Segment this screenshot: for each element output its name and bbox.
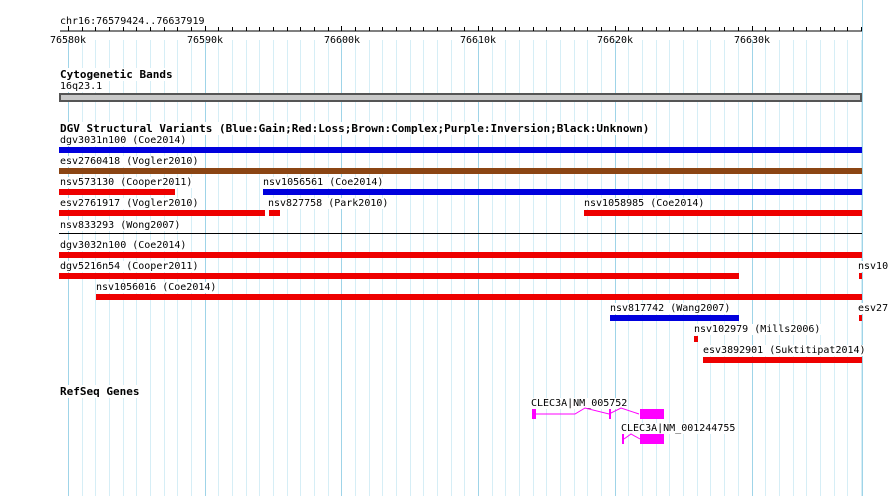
variant-bar-gain[interactable]	[59, 147, 862, 153]
variant-bar-loss[interactable]	[59, 210, 265, 216]
variant-label: dgv5216n54 (Cooper2011)	[60, 261, 200, 272]
cytoband-bar[interactable]	[59, 93, 862, 102]
variant-bar-loss[interactable]	[703, 357, 862, 363]
variant-bar-loss[interactable]	[859, 315, 862, 321]
ruler-tick-label: 76630k	[733, 35, 771, 46]
variant-bar-loss[interactable]	[59, 273, 739, 279]
transcript-model[interactable]	[525, 405, 675, 421]
ruler-tick-label: 76600k	[323, 35, 361, 46]
variant-label: nsv1056016 (Coe2014)	[96, 282, 218, 293]
variant-label: nsv833293 (Wong2007)	[60, 220, 182, 231]
cytoband-label: 16q23.1	[60, 81, 104, 92]
variant-bar-loss[interactable]	[584, 210, 862, 216]
variant-label: nsv10(	[858, 261, 890, 272]
variant-bar-loss[interactable]	[859, 273, 862, 279]
dgv-track-title[interactable]: DGV Structural Variants (Blue:Gain;Red:L…	[60, 122, 650, 135]
ruler-tick-label: 76610k	[459, 35, 497, 46]
variant-bar-loss[interactable]	[59, 252, 862, 258]
variant-label: dgv3031n100 (Coe2014)	[60, 135, 188, 146]
ruler-tick-label: 76580k	[49, 35, 87, 46]
variant-label: nsv817742 (Wang2007)	[610, 303, 732, 314]
variant-bar-complex[interactable]	[59, 168, 862, 174]
variant-label: nsv1058985 (Coe2014)	[584, 198, 706, 209]
variant-bar-loss[interactable]	[269, 210, 280, 216]
variant-label: nsv573130 (Cooper2011)	[60, 177, 194, 188]
variant-bar-loss[interactable]	[694, 336, 698, 342]
transcript-model[interactable]	[615, 431, 675, 447]
variant-label: esv3892901 (Suktitipat2014)	[703, 345, 867, 356]
variant-label: dgv3032n100 (Coe2014)	[60, 240, 188, 251]
ruler-tick-label: 76590k	[186, 35, 224, 46]
variant-bar-unknown[interactable]	[59, 233, 862, 234]
variant-bar-gain[interactable]	[610, 315, 739, 321]
cytobands-track-title[interactable]: Cytogenetic Bands	[60, 68, 173, 81]
variant-bar-gain[interactable]	[263, 189, 862, 195]
variant-bar-loss[interactable]	[96, 294, 862, 300]
variant-label: nsv102979 (Mills2006)	[694, 324, 822, 335]
ruler-tick-label: 76620k	[596, 35, 634, 46]
variant-label: esv2761917 (Vogler2010)	[60, 198, 200, 209]
refseq-track-title[interactable]: RefSeq Genes	[60, 385, 140, 398]
variant-bar-loss[interactable]	[59, 189, 175, 195]
variant-label: esv27(	[858, 303, 890, 314]
variant-label: nsv827758 (Park2010)	[268, 198, 390, 209]
variant-label: esv2760418 (Vogler2010)	[60, 156, 200, 167]
variant-label: nsv1056561 (Coe2014)	[263, 177, 385, 188]
